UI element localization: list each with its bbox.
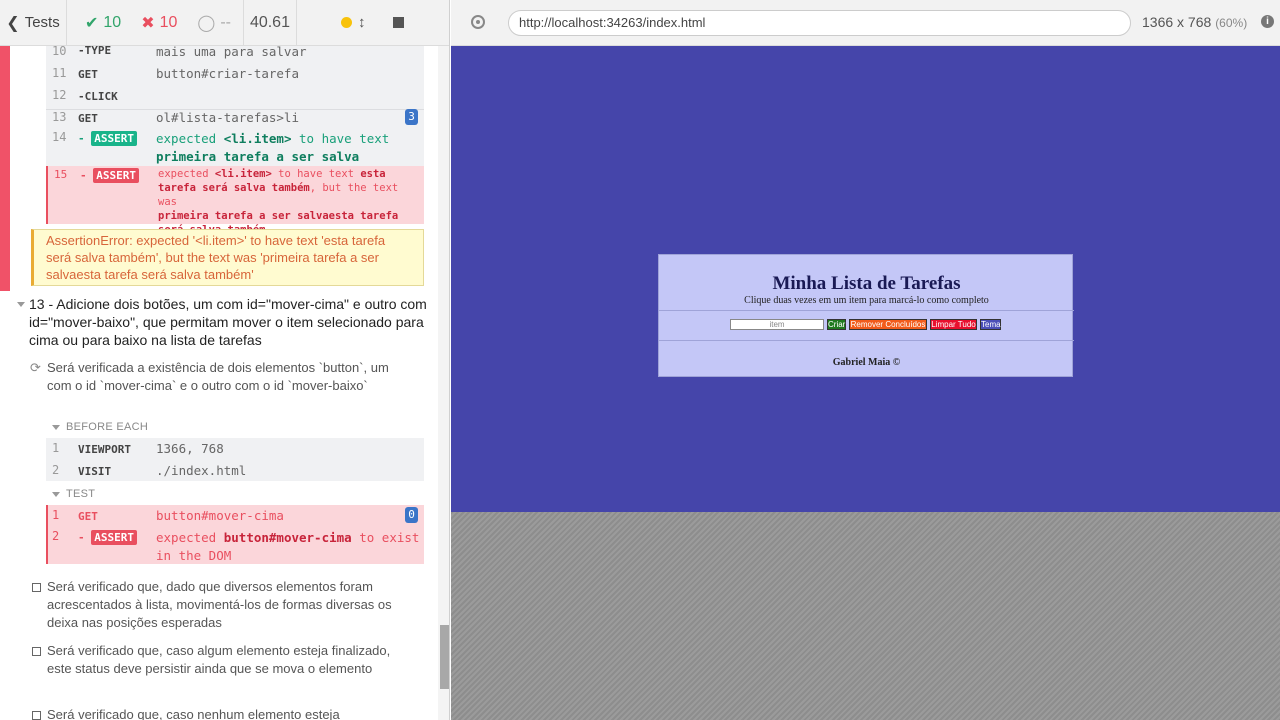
pending-test-checkbox-icon	[32, 711, 41, 720]
app-iframe: Minha Lista de Tarefas Clique duas vezes…	[451, 46, 1280, 512]
assert-badge: ASSERT	[91, 131, 137, 146]
assert-badge: ASSERT	[91, 530, 137, 545]
stop-button[interactable]	[393, 17, 405, 28]
test-title[interactable]: Será verificado que, caso algum elemento…	[47, 642, 392, 678]
passed-count[interactable]: ✔ 10	[75, 13, 131, 33]
url-bar: http://localhost:34263/index.html 1366 x…	[451, 0, 1280, 46]
app-title: Minha Lista de Tarefas	[772, 273, 961, 294]
duration: 40.61	[242, 0, 297, 46]
viewport-overflow-area	[451, 512, 1280, 720]
theme-button[interactable]: Tema	[980, 319, 1001, 330]
test-section-label[interactable]: TEST	[66, 488, 95, 500]
clear-all-button[interactable]: Limpar Tudo	[930, 319, 977, 330]
pending-test-checkbox-icon	[32, 583, 41, 592]
info-icon[interactable]: i	[1261, 15, 1274, 28]
command-row[interactable]: 2 VISIT ./index.html	[46, 463, 424, 481]
command-row-assert-failed[interactable]: 2 - ASSERT expected button#mover-cima to…	[46, 529, 424, 565]
test-title-running[interactable]: Será verificada a existência de dois ele…	[47, 359, 392, 395]
command-log: 10 -TYPE mais uma para salvar 11 GET but…	[0, 46, 438, 720]
assert-badge: ASSERT	[93, 168, 139, 183]
autoscroll-toggle-icon[interactable]: ↕	[358, 14, 366, 31]
todo-app-container: Minha Lista de Tarefas Clique duas vezes…	[658, 254, 1074, 377]
url-field[interactable]: http://localhost:34263/index.html	[508, 10, 1131, 36]
selector-playground-icon[interactable]	[471, 15, 485, 29]
collapse-caret-icon[interactable]	[52, 425, 60, 430]
suite-title[interactable]: 13 - Adicione dois botões, um com id="mo…	[29, 295, 429, 349]
app-footer: Gabriel Maia ©	[832, 357, 901, 368]
failed-count[interactable]: ✖ 10	[131, 13, 187, 33]
pending-test-checkbox-icon	[32, 647, 41, 656]
spinner-icon: ◯	[197, 14, 216, 32]
chevron-left-icon: ❮	[6, 14, 20, 32]
before-each-label[interactable]: BEFORE EACH	[66, 421, 148, 433]
running-status-icon	[340, 17, 352, 28]
pending-count[interactable]: ◯ --	[187, 13, 241, 33]
element-count-badge: 0	[405, 507, 418, 523]
collapse-caret-icon[interactable]	[52, 492, 60, 497]
command-row[interactable]: 12 -CLICK	[46, 88, 424, 110]
remove-completed-button[interactable]: Remover Concluídos	[849, 319, 927, 330]
element-count-badge: 3	[405, 109, 418, 125]
scrollbar-thumb[interactable]	[440, 625, 449, 689]
command-row-assert-failed[interactable]: 15 - ASSERT expected <li.item> to have t…	[46, 166, 424, 236]
assertion-error-message[interactable]: AssertionError: expected '<li.item>' to …	[31, 229, 424, 286]
command-row[interactable]: 13 GET ol#lista-tarefas>li 3	[46, 109, 424, 132]
reporter-header: ❮ Tests ✔ 10 ✖ 10 ◯ -- 40.61 ↕	[0, 0, 449, 46]
collapse-caret-icon[interactable]	[17, 302, 25, 307]
command-row[interactable]: 1 VIEWPORT 1366, 768	[46, 441, 424, 459]
command-row-assert[interactable]: 14 - ASSERT expected <li.item> to have t…	[46, 130, 424, 166]
app-subtitle: Clique duas vezes em um item para marcá-…	[744, 295, 989, 306]
tests-label: Tests	[24, 14, 60, 31]
command-row[interactable]: 10 -TYPE mais uma para salvar	[46, 46, 424, 60]
command-row[interactable]: 11 GET button#criar-tarefa	[46, 66, 424, 88]
task-input[interactable]: item	[730, 319, 824, 330]
test-title[interactable]: Será verificado que, dado que diversos e…	[47, 578, 392, 632]
viewport-size: 1366 x 768 (60%)	[1142, 14, 1248, 30]
create-task-button[interactable]: Criar	[827, 319, 846, 330]
tests-back-button[interactable]: ❮ Tests	[0, 0, 67, 45]
test-reporter-panel: ❮ Tests ✔ 10 ✖ 10 ◯ -- 40.61 ↕ 10 -TYPE …	[0, 0, 450, 720]
check-icon: ✔	[85, 14, 99, 32]
divider	[659, 310, 1074, 311]
test-title[interactable]: Será verificado que, caso nenhum element…	[47, 706, 392, 720]
divider	[659, 340, 1074, 341]
app-preview-panel: http://localhost:34263/index.html 1366 x…	[451, 0, 1280, 720]
failed-test-indicator	[0, 46, 10, 291]
running-spinner-icon: ⟳	[30, 360, 41, 375]
x-icon: ✖	[141, 14, 155, 32]
command-row[interactable]: 1 GET button#mover-cima 0	[46, 507, 424, 526]
reporter-scrollbar[interactable]	[438, 46, 449, 720]
